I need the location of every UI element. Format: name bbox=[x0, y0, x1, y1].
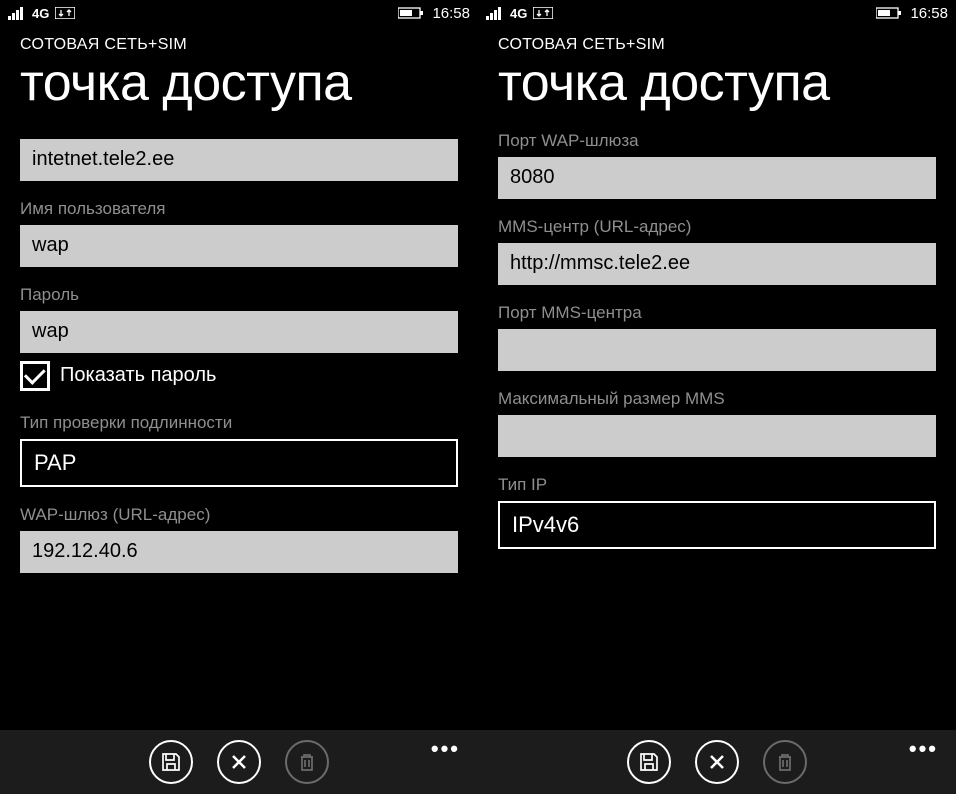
status-right: 16:58 bbox=[398, 5, 470, 22]
show-password-checkbox[interactable] bbox=[20, 361, 50, 391]
more-button[interactable]: ••• bbox=[431, 736, 460, 762]
content-area: Имя пользователя Пароль Показать пароль … bbox=[0, 121, 478, 730]
field-auth-type: Тип проверки подлинности PAP bbox=[20, 413, 458, 487]
wap-port-input[interactable] bbox=[498, 157, 936, 199]
field-mms-max-size: Максимальный размер MMS bbox=[498, 389, 936, 457]
field-username: Имя пользователя bbox=[20, 199, 458, 267]
signal-icon bbox=[486, 6, 504, 20]
username-label: Имя пользователя bbox=[20, 199, 458, 219]
field-mms-center: MMS-центр (URL-адрес) bbox=[498, 217, 936, 285]
clock-time: 16:58 bbox=[432, 5, 470, 22]
more-button[interactable]: ••• bbox=[909, 736, 938, 762]
mms-max-size-label: Максимальный размер MMS bbox=[498, 389, 936, 409]
wap-gateway-input[interactable] bbox=[20, 531, 458, 573]
show-password-row[interactable]: Показать пароль bbox=[20, 361, 458, 391]
auth-type-select[interactable]: PAP bbox=[20, 439, 458, 487]
header: СОТОВАЯ СЕТЬ+SIM bbox=[478, 26, 956, 54]
show-password-label: Показать пароль bbox=[60, 364, 216, 387]
status-bar: 4G 16:58 bbox=[478, 0, 956, 26]
app-bar: ••• bbox=[478, 730, 956, 794]
mms-center-input[interactable] bbox=[498, 243, 936, 285]
mms-center-label: MMS-центр (URL-адрес) bbox=[498, 217, 936, 237]
delete-button[interactable] bbox=[285, 740, 329, 784]
status-bar: 4G 16:58 bbox=[0, 0, 478, 26]
data-transfer-icon bbox=[55, 7, 75, 19]
status-left: 4G bbox=[8, 6, 75, 21]
ip-type-select[interactable]: IPv4v6 bbox=[498, 501, 936, 549]
network-type: 4G bbox=[32, 6, 49, 21]
cancel-button[interactable] bbox=[695, 740, 739, 784]
password-input[interactable] bbox=[20, 311, 458, 353]
field-wap-gateway: WAP-шлюз (URL-адрес) bbox=[20, 505, 458, 573]
field-mms-port: Порт MMS-центра bbox=[498, 303, 936, 371]
data-transfer-icon bbox=[533, 7, 553, 19]
save-button[interactable] bbox=[149, 740, 193, 784]
app-bar: ••• bbox=[0, 730, 478, 794]
breadcrumb: СОТОВАЯ СЕТЬ+SIM bbox=[498, 36, 936, 54]
page-title: точка доступа bbox=[0, 54, 478, 121]
battery-icon bbox=[398, 7, 424, 19]
field-ip-type: Тип IP IPv4v6 bbox=[498, 475, 936, 549]
mms-port-label: Порт MMS-центра bbox=[498, 303, 936, 323]
header: СОТОВАЯ СЕТЬ+SIM bbox=[0, 26, 478, 54]
network-type: 4G bbox=[510, 6, 527, 21]
status-left: 4G bbox=[486, 6, 553, 21]
mms-max-size-input[interactable] bbox=[498, 415, 936, 457]
ip-type-label: Тип IP bbox=[498, 475, 936, 495]
battery-icon bbox=[876, 7, 902, 19]
breadcrumb: СОТОВАЯ СЕТЬ+SIM bbox=[20, 36, 458, 54]
delete-button[interactable] bbox=[763, 740, 807, 784]
cancel-button[interactable] bbox=[217, 740, 261, 784]
phone-screen-right: 4G 16:58 СОТОВАЯ СЕТЬ+SIM точка доступа … bbox=[478, 0, 956, 794]
signal-icon bbox=[8, 6, 26, 20]
apn-input[interactable] bbox=[20, 139, 458, 181]
wap-gateway-label: WAP-шлюз (URL-адрес) bbox=[20, 505, 458, 525]
auth-type-label: Тип проверки подлинности bbox=[20, 413, 458, 433]
page-title: точка доступа bbox=[478, 54, 956, 121]
save-button[interactable] bbox=[627, 740, 671, 784]
password-label: Пароль bbox=[20, 285, 458, 305]
phone-screen-left: 4G 16:58 СОТОВАЯ СЕТЬ+SIM точка доступа … bbox=[0, 0, 478, 794]
content-area: Порт WAP-шлюза MMS-центр (URL-адрес) Пор… bbox=[478, 121, 956, 730]
wap-port-label: Порт WAP-шлюза bbox=[498, 131, 936, 151]
field-wap-port: Порт WAP-шлюза bbox=[498, 131, 936, 199]
mms-port-input[interactable] bbox=[498, 329, 936, 371]
username-input[interactable] bbox=[20, 225, 458, 267]
field-apn bbox=[20, 131, 458, 181]
clock-time: 16:58 bbox=[910, 5, 948, 22]
field-password: Пароль bbox=[20, 285, 458, 353]
status-right: 16:58 bbox=[876, 5, 948, 22]
